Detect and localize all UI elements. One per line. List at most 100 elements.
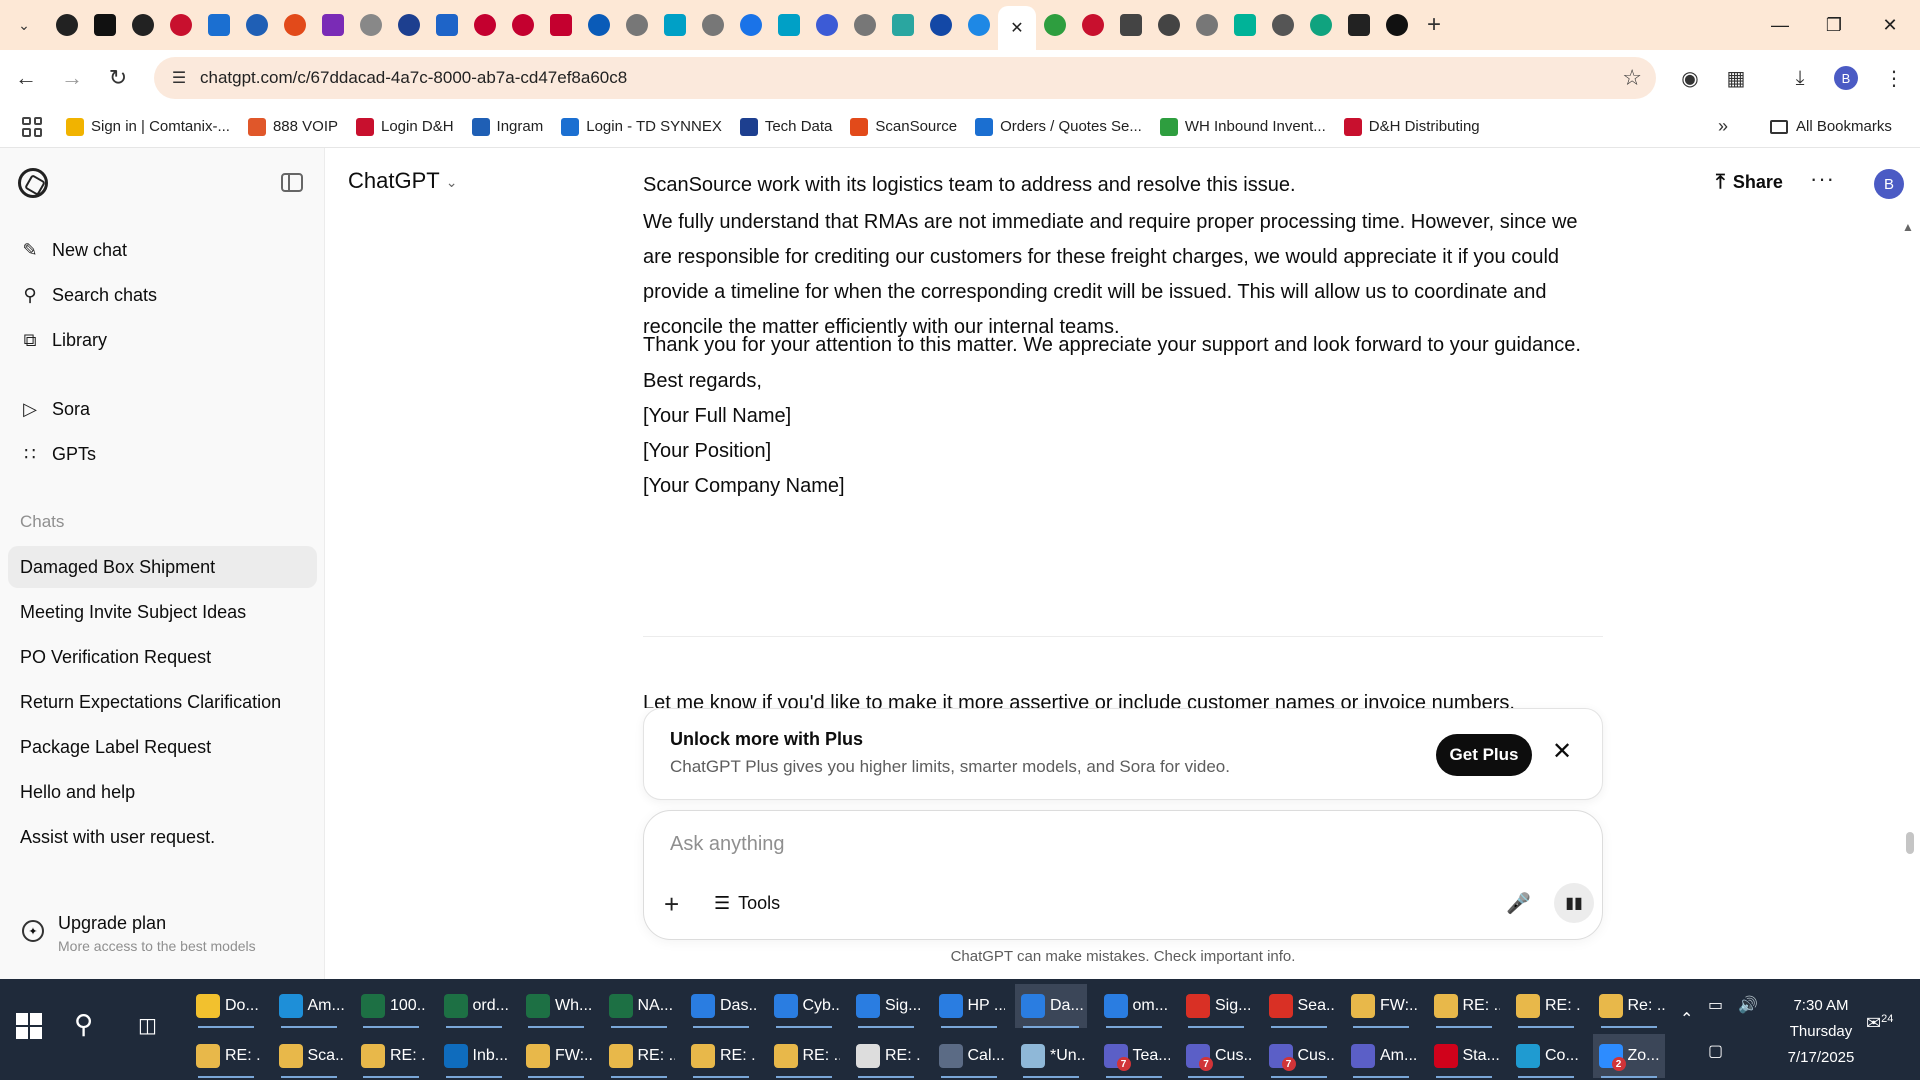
browser-tab[interactable] xyxy=(124,7,162,43)
taskbar-app[interactable]: RE: ... xyxy=(190,1034,262,1078)
taskbar-app[interactable]: Das... xyxy=(685,984,757,1028)
site-settings-icon[interactable]: ☰ xyxy=(162,68,196,88)
sora-button[interactable]: ▷ Sora xyxy=(8,389,317,429)
microphone-icon[interactable]: 🎤 xyxy=(1506,891,1531,916)
apps-grid-icon[interactable] xyxy=(22,116,42,137)
start-button-icon[interactable] xyxy=(16,1013,42,1039)
notifications-icon[interactable]: ✉24 xyxy=(1866,1013,1893,1034)
system-clock[interactable]: 7:30 AM Thursday 7/17/2025 xyxy=(1775,993,1867,1071)
taskbar-app[interactable]: 7 Tea... xyxy=(1098,1034,1170,1078)
browser-tab[interactable] xyxy=(390,7,428,43)
browser-tab[interactable] xyxy=(1340,7,1378,43)
bookmark-item[interactable]: ScanSource xyxy=(850,117,957,136)
taskbar-app[interactable]: RE: ... xyxy=(850,1034,922,1078)
browser-tab[interactable] xyxy=(1226,7,1264,43)
browser-tab[interactable] xyxy=(846,7,884,43)
browser-tab[interactable] xyxy=(1378,7,1416,43)
upgrade-plan-button[interactable]: ✦ Upgrade plan More access to the best m… xyxy=(0,906,325,966)
taskbar-app[interactable]: 7Cus... xyxy=(1263,1034,1335,1078)
browser-tab[interactable] xyxy=(694,7,732,43)
battery-icon[interactable]: ▭ xyxy=(1708,995,1723,1015)
show-hidden-icons-icon[interactable]: ⌃ xyxy=(1680,1009,1693,1029)
browser-tab[interactable] xyxy=(656,7,694,43)
library-button[interactable]: ⧉ Library xyxy=(8,320,317,360)
browser-tab[interactable] xyxy=(1150,7,1188,43)
browser-tab[interactable] xyxy=(960,7,998,43)
taskbar-app[interactable]: om... xyxy=(1098,984,1170,1028)
browser-tab[interactable] xyxy=(162,7,200,43)
chat-item-damaged-box-shipment[interactable]: Damaged Box Shipment xyxy=(8,546,317,588)
openai-logo-icon[interactable] xyxy=(18,168,48,198)
share-button[interactable]: ⤒ Share xyxy=(1716,164,1783,200)
taskbar-app[interactable]: Sca... xyxy=(273,1034,345,1078)
chat-item-meeting-invite[interactable]: Meeting Invite Subject Ideas xyxy=(8,591,317,633)
sidebar-toggle-icon[interactable] xyxy=(281,173,303,192)
volume-icon[interactable]: 🔊 xyxy=(1738,995,1758,1015)
taskbar-app[interactable]: RE: ... xyxy=(768,1034,840,1078)
taskbar-app[interactable]: Inb... xyxy=(438,1034,510,1078)
taskbar-app[interactable]: Wh... xyxy=(520,984,592,1028)
translate-icon[interactable]: ◉ xyxy=(1670,58,1710,98)
taskbar-app[interactable]: 2 Zo... xyxy=(1592,1034,1665,1078)
taskbar-app[interactable]: FW:... xyxy=(1345,984,1417,1028)
bookmark-item[interactable]: Login - TD SYNNEX xyxy=(561,117,722,136)
user-avatar[interactable]: B xyxy=(1874,169,1904,199)
more-options-icon[interactable]: ··· xyxy=(1810,166,1835,192)
bookmark-item[interactable]: Sign in | Comtanix-... xyxy=(66,117,230,136)
browser-tab[interactable] xyxy=(466,7,504,43)
browser-tab[interactable] xyxy=(314,7,352,43)
taskbar-app[interactable]: Sta... xyxy=(1428,1034,1500,1078)
add-attachment-icon[interactable]: + xyxy=(664,889,679,920)
gpts-button[interactable]: ∷ GPTs xyxy=(8,434,317,474)
browser-tab[interactable] xyxy=(276,7,314,43)
model-selector[interactable]: ChatGPT ⌄ xyxy=(348,168,457,194)
reload-icon[interactable]: ↻ xyxy=(98,58,138,98)
browser-tab[interactable] xyxy=(770,7,808,43)
get-plus-button[interactable]: Get Plus xyxy=(1436,734,1532,776)
taskbar-app[interactable]: Co... xyxy=(1510,1034,1582,1078)
browser-tab[interactable] xyxy=(580,7,618,43)
browser-tab[interactable] xyxy=(922,7,960,43)
taskbar-app[interactable]: HP ... xyxy=(933,984,1005,1028)
taskbar-app[interactable]: Am... xyxy=(1345,1034,1417,1078)
taskbar-app[interactable]: 7Cus... xyxy=(1180,1034,1252,1078)
taskbar-app[interactable]: Da... xyxy=(1015,984,1087,1028)
extensions-icon[interactable]: ▦ xyxy=(1716,58,1756,98)
message-composer[interactable]: Ask anything + ☰ Tools 🎤 ▮▮ xyxy=(643,810,1603,940)
browser-tab[interactable]: ✕ xyxy=(998,6,1036,50)
new-chat-button[interactable]: ✎ New chat xyxy=(8,230,317,270)
new-tab-button[interactable]: + xyxy=(1416,7,1452,43)
browser-tab[interactable] xyxy=(48,7,86,43)
taskbar-app[interactable]: ord... xyxy=(438,984,510,1028)
taskbar-app[interactable]: Sig... xyxy=(1180,984,1252,1028)
bookmark-item[interactable]: Login D&H xyxy=(356,117,454,136)
taskbar-app[interactable]: RE: ... xyxy=(685,1034,757,1078)
taskbar-app[interactable]: RE: ... xyxy=(603,1034,675,1078)
scrollbar-thumb[interactable] xyxy=(1906,832,1914,854)
browser-tab[interactable] xyxy=(1036,7,1074,43)
bookmark-star-icon[interactable]: ☆ xyxy=(1622,65,1642,91)
chat-item-package-label[interactable]: Package Label Request xyxy=(8,726,317,768)
taskbar-app[interactable]: Sea... xyxy=(1263,984,1335,1028)
more-bookmarks-icon[interactable]: » xyxy=(1718,116,1728,137)
browser-tab[interactable] xyxy=(542,7,580,43)
bookmark-item[interactable]: Ingram xyxy=(471,117,543,136)
taskbar-app[interactable]: 100... xyxy=(355,984,427,1028)
bookmark-item[interactable]: WH Inbound Invent... xyxy=(1159,117,1326,136)
voice-mode-icon[interactable]: ▮▮ xyxy=(1554,883,1594,923)
taskbar-app[interactable]: Sig... xyxy=(850,984,922,1028)
browser-menu-icon[interactable]: ⋮ xyxy=(1874,58,1914,98)
browser-tab[interactable] xyxy=(884,7,922,43)
browser-tab[interactable] xyxy=(1188,7,1226,43)
taskbar-app[interactable]: FW:... xyxy=(520,1034,592,1078)
downloads-icon[interactable]: ⤓ xyxy=(1780,58,1820,98)
browser-tab[interactable] xyxy=(1264,7,1302,43)
chat-item-return-expectations[interactable]: Return Expectations Clarification xyxy=(8,681,317,723)
chat-item-hello-and-help[interactable]: Hello and help xyxy=(8,771,317,813)
taskbar-app[interactable]: RE: ... xyxy=(1428,984,1500,1028)
browser-tab[interactable] xyxy=(86,7,124,43)
taskbar-app[interactable]: RE: ... xyxy=(355,1034,427,1078)
restore-icon[interactable]: ❐ xyxy=(1806,0,1862,50)
address-bar[interactable]: ☰ chatgpt.com/c/67ddacad-4a7c-8000-ab7a-… xyxy=(154,57,1656,99)
taskbar-app[interactable]: Cyb... xyxy=(768,984,840,1028)
